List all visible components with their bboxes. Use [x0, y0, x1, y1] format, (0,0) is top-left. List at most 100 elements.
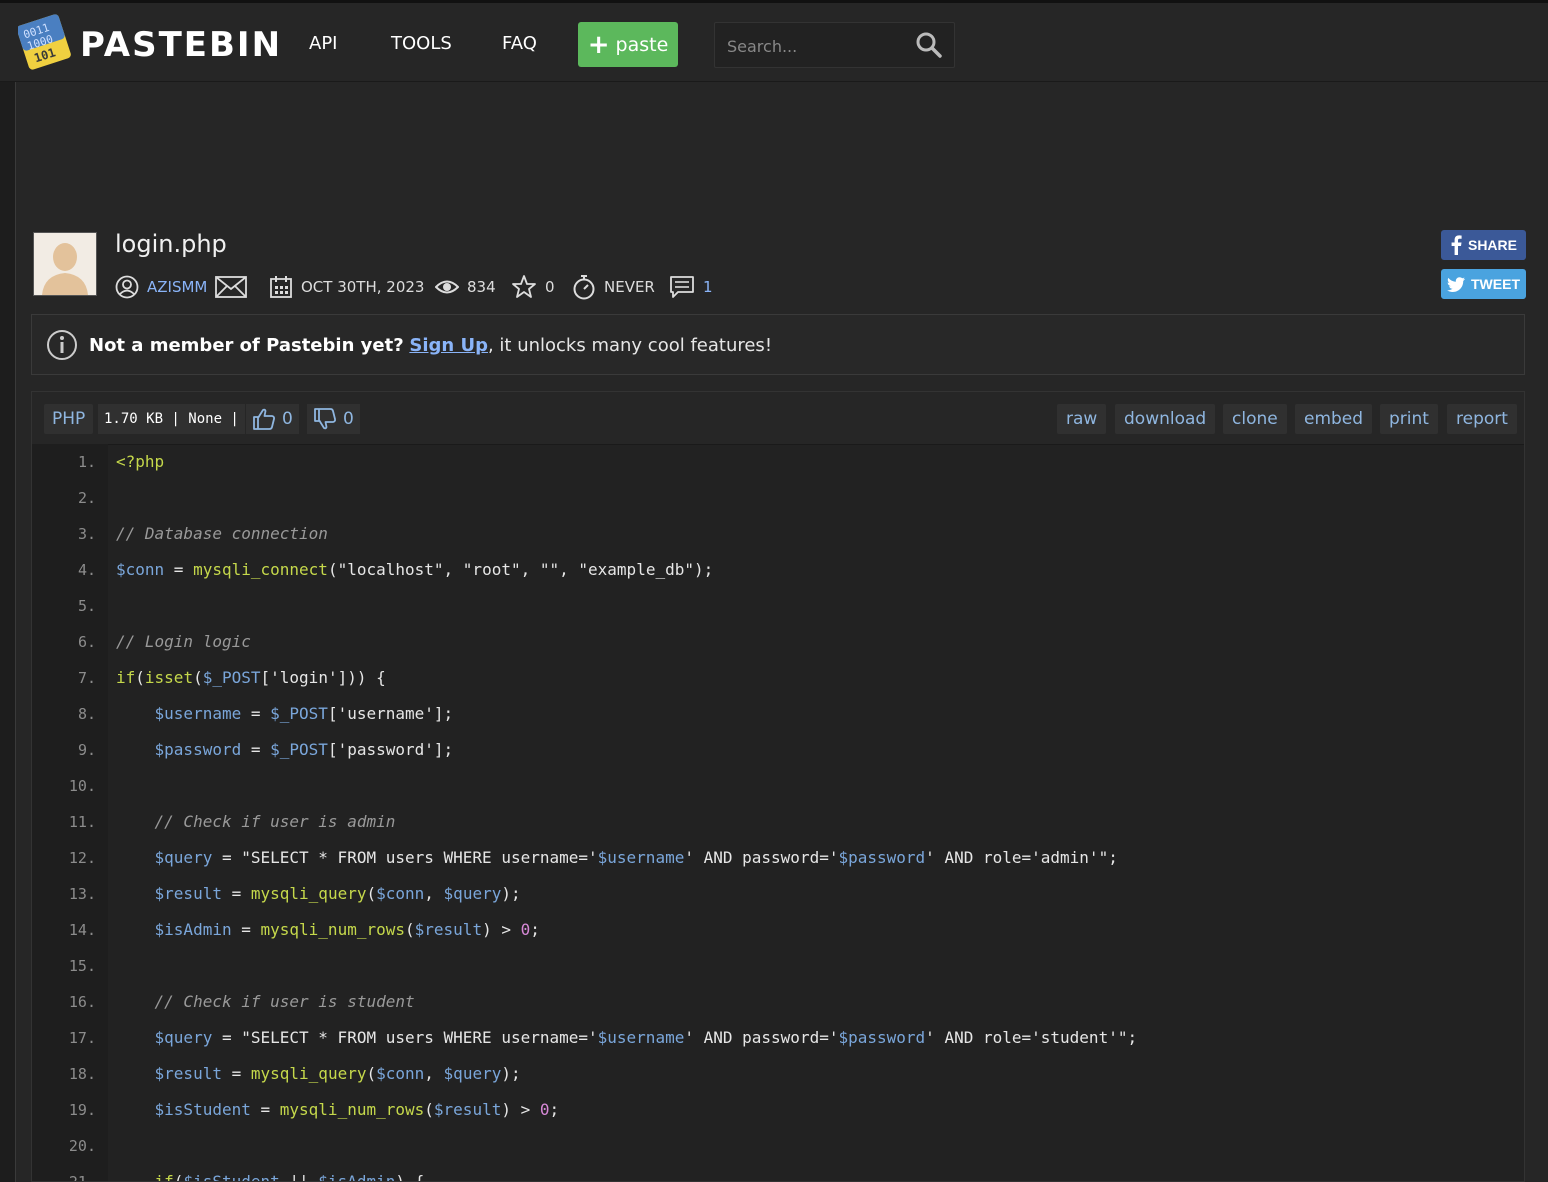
print-button[interactable]: print [1380, 404, 1438, 434]
facebook-share-button[interactable]: SHARE [1441, 230, 1526, 260]
code-text: $query = "SELECT * FROM users WHERE user… [154, 1028, 1138, 1047]
code-line: 11. // Check if user is admin [32, 804, 1524, 840]
timer-icon [573, 275, 595, 300]
line-number: 17. [32, 1020, 96, 1056]
code-text: // Check if user is student [116, 992, 415, 1011]
user-icon [115, 275, 139, 299]
like-button[interactable]: 0 [246, 404, 299, 434]
date-meta: OCT 30TH, 2023 [269, 275, 424, 299]
info-icon [47, 330, 77, 360]
code-line: 21. if($isStudent || $isAdmin) { [32, 1164, 1524, 1182]
code-line: 14. $isAdmin = mysqli_num_rows($result) … [32, 912, 1524, 948]
code-line: 16. // Check if user is student [32, 984, 1524, 1020]
code-text: $result = mysqli_query($conn, $query); [154, 884, 521, 903]
embed-button[interactable]: embed [1295, 404, 1373, 434]
view-count: 834 [467, 278, 496, 296]
code-text: $isAdmin = mysqli_num_rows($result) > 0; [154, 920, 540, 939]
code-text: // Check if user is admin [116, 812, 396, 831]
code-text: $username = $_POST['username']; [154, 704, 454, 723]
line-number: 2. [32, 480, 96, 516]
code-line: 5. [32, 588, 1524, 624]
code-text: $password = $_POST['password']; [154, 740, 454, 759]
language-badge[interactable]: PHP [44, 404, 94, 434]
new-paste-button[interactable]: + paste [578, 22, 678, 67]
search-input[interactable] [725, 33, 909, 59]
download-button[interactable]: download [1115, 404, 1216, 434]
star-count: 0 [545, 278, 555, 296]
code-text: $result = mysqli_query($conn, $query); [154, 1064, 521, 1083]
brand-name[interactable]: PASTEBIN [80, 25, 282, 65]
code-line: 15. [32, 948, 1524, 984]
raw-button[interactable]: raw [1057, 404, 1107, 434]
code-line: 17. $query = "SELECT * FROM users WHERE … [32, 1020, 1524, 1056]
paste-button-label: paste [615, 33, 669, 56]
report-button[interactable]: report [1447, 404, 1517, 434]
code-text: $isStudent = mysqli_num_rows($result) > … [154, 1100, 560, 1119]
line-number: 5. [32, 588, 96, 624]
code-line: 3. // Database connection [32, 516, 1524, 552]
facebook-icon [1451, 235, 1462, 255]
search-icon[interactable] [915, 31, 943, 59]
line-number: 19. [32, 1092, 96, 1128]
clone-button[interactable]: clone [1223, 404, 1287, 434]
mail-icon[interactable] [215, 276, 248, 298]
comments-meta[interactable]: 1 [669, 275, 713, 299]
line-number: 1. [32, 444, 96, 480]
header-top-border [0, 0, 1548, 3]
code-text: // Database connection [116, 524, 328, 543]
twitter-icon [1447, 276, 1465, 292]
code-line: 10. [32, 768, 1524, 804]
nav-api[interactable]: API [309, 33, 337, 54]
line-number: 15. [32, 948, 96, 984]
code-toolbar: PHP 1.70 KB | None | 0 0 raw download cl… [32, 392, 1524, 445]
code-line: 9. $password = $_POST['password']; [32, 732, 1524, 768]
code-text: // Login logic [116, 632, 251, 651]
code-line: 2. [32, 480, 1524, 516]
paste-date: OCT 30TH, 2023 [301, 278, 425, 296]
twitter-tweet-button[interactable]: TWEET [1441, 269, 1526, 299]
line-number: 6. [32, 624, 96, 660]
line-number: 9. [32, 732, 96, 768]
nav-faq[interactable]: FAQ [502, 33, 537, 54]
code-text: $query = "SELECT * FROM users WHERE user… [154, 848, 1118, 867]
code-line: 1. <?php [32, 444, 1524, 480]
code-text: if(isset($_POST['login'])) { [116, 668, 386, 687]
thumbs-up-icon [253, 408, 275, 430]
author-meta: AZISMM [115, 275, 248, 299]
eye-icon [435, 280, 459, 294]
line-number: 10. [32, 768, 96, 804]
line-number: 4. [32, 552, 96, 588]
code-line: 13. $result = mysqli_query($conn, $query… [32, 876, 1524, 912]
stars-meta: 0 [511, 275, 555, 299]
author-link[interactable]: AZISMM [147, 278, 207, 296]
line-number: 20. [32, 1128, 96, 1164]
plus-icon: + [587, 29, 610, 60]
content-divider [15, 82, 16, 1182]
nav-tools[interactable]: TOOLS [391, 33, 452, 54]
signup-link[interactable]: Sign Up [409, 335, 488, 356]
line-number: 13. [32, 876, 96, 912]
paste-size-info: 1.70 KB | None | [98, 404, 245, 434]
dislike-button[interactable]: 0 [307, 404, 360, 434]
line-number: 3. [32, 516, 96, 552]
code-text: $conn = mysqli_connect("localhost", "roo… [116, 560, 714, 579]
pastebin-logo[interactable]: 0011 1000 101 [18, 12, 76, 72]
code-line: 8. $username = $_POST['username']; [32, 696, 1524, 732]
comment-icon [670, 276, 694, 298]
code-text: if($isStudent || $isAdmin) { [154, 1172, 425, 1182]
star-icon[interactable] [511, 274, 537, 300]
code-line: 19. $isStudent = mysqli_num_rows($result… [32, 1092, 1524, 1128]
code-line: 18. $result = mysqli_query($conn, $query… [32, 1056, 1524, 1092]
avatar[interactable] [33, 232, 97, 296]
comment-count[interactable]: 1 [703, 278, 713, 296]
site-header: 0011 1000 101 PASTEBIN API TOOLS FAQ + p… [0, 0, 1548, 82]
code-text: <?php [116, 452, 165, 471]
signup-notice: Not a member of Pastebin yet? Sign Up, i… [31, 314, 1525, 375]
like-count: 0 [282, 409, 293, 429]
search-box [714, 22, 955, 68]
line-number: 8. [32, 696, 96, 732]
dislike-count: 0 [343, 409, 354, 429]
notice-text: Not a member of Pastebin yet? Sign Up, i… [89, 335, 772, 356]
code-line: 6. // Login logic [32, 624, 1524, 660]
calendar-icon [270, 276, 292, 298]
